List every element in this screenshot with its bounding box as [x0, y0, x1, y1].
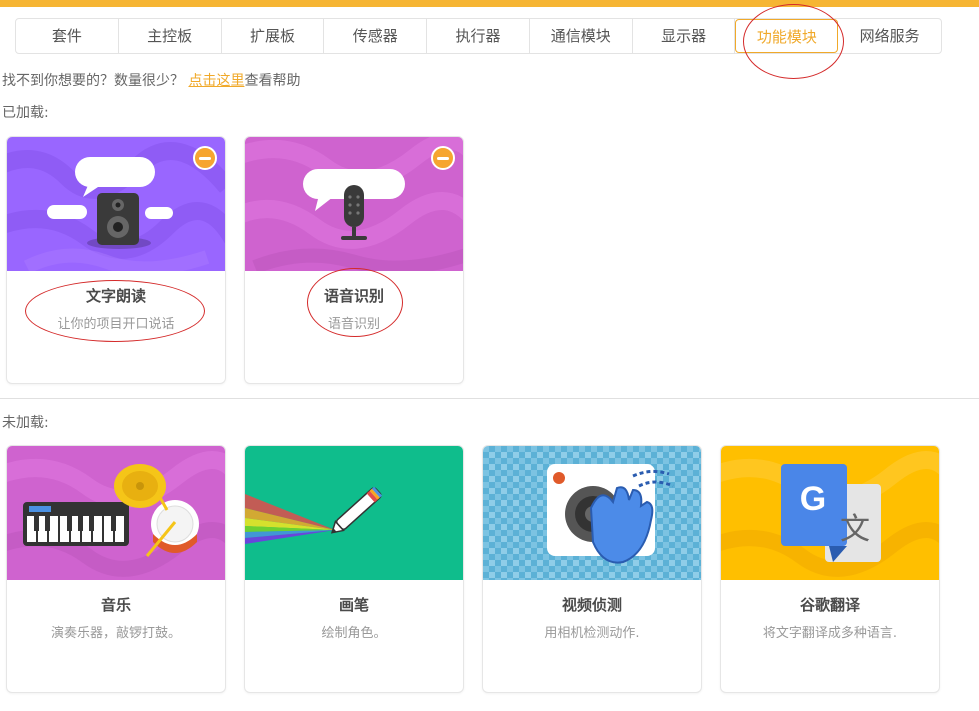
video-sensing-icon	[483, 446, 701, 580]
tab-network-services[interactable]: 网络服务	[838, 19, 941, 53]
card-title: 谷歌翻译	[799, 596, 860, 614]
card-title: 画笔	[338, 596, 369, 614]
category-tabs: 套件 主控板 扩展板 传感器 执行器 通信模块 显示器 功能模块 网络服务	[15, 18, 942, 54]
card-description: 让你的项目开口说话	[57, 317, 175, 332]
help-prefix: 找不到你想要的？数量很少？	[2, 73, 189, 89]
help-text: 找不到你想要的？数量很少？ 点击这里查看帮助	[2, 70, 300, 90]
card-title: 语音识别	[323, 287, 384, 305]
remove-extension-button[interactable]	[193, 146, 217, 170]
card-description: 演奏乐器，敲锣打鼓。	[50, 626, 181, 641]
card-description: 用相机检测动作.	[544, 626, 640, 641]
card-description: 绘制角色。	[321, 626, 387, 641]
card-title: 文字朗读	[85, 287, 146, 305]
tab-kits[interactable]: 套件	[16, 19, 119, 53]
extension-card-pen[interactable]: 画笔 绘制角色。	[244, 445, 464, 693]
tab-sensors[interactable]: 传感器	[324, 19, 428, 53]
pen-icon	[245, 446, 463, 580]
extension-card-text-to-speech[interactable]: 文字朗读 让你的项目开口说话	[6, 136, 226, 384]
card-title: 视频侦测	[561, 596, 622, 614]
card-thumbnail: G 文	[721, 446, 939, 580]
tab-expansion-boards[interactable]: 扩展板	[222, 19, 325, 53]
card-thumbnail	[7, 446, 225, 580]
minus-icon	[437, 156, 449, 160]
card-thumbnail	[483, 446, 701, 580]
card-description: 语音识别	[327, 317, 380, 332]
google-g-glyph: G	[799, 480, 827, 518]
help-suffix: 查看帮助	[244, 73, 301, 89]
tab-communication[interactable]: 通信模块	[530, 19, 633, 53]
minus-icon	[199, 156, 211, 160]
unloaded-section-label: 未加载:	[2, 415, 49, 431]
music-icon	[7, 446, 225, 580]
extension-card-speech-recognition[interactable]: 语音识别 语音识别	[244, 136, 464, 384]
card-description: 将文字翻译成多种语言.	[762, 626, 898, 641]
extension-card-video-sensing[interactable]: 视频侦测 用相机检测动作.	[482, 445, 702, 693]
extension-card-music[interactable]: 音乐 演奏乐器，敲锣打鼓。	[6, 445, 226, 693]
loaded-section-label: 已加载:	[2, 105, 49, 121]
extension-card-translate[interactable]: G 文 谷歌翻译 将文字翻译成多种语言.	[720, 445, 940, 693]
tab-mainboards[interactable]: 主控板	[119, 19, 222, 53]
section-divider	[0, 398, 979, 399]
tab-displays[interactable]: 显示器	[633, 19, 736, 53]
tab-function-modules[interactable]: 功能模块	[735, 19, 839, 53]
remove-extension-button[interactable]	[431, 146, 455, 170]
card-thumbnail	[245, 446, 463, 580]
top-accent-bar	[0, 0, 979, 7]
help-link[interactable]: 点击这里	[188, 73, 244, 89]
tab-actuators[interactable]: 执行器	[427, 19, 530, 53]
wen-glyph: 文	[840, 512, 870, 547]
card-title: 音乐	[100, 596, 131, 614]
